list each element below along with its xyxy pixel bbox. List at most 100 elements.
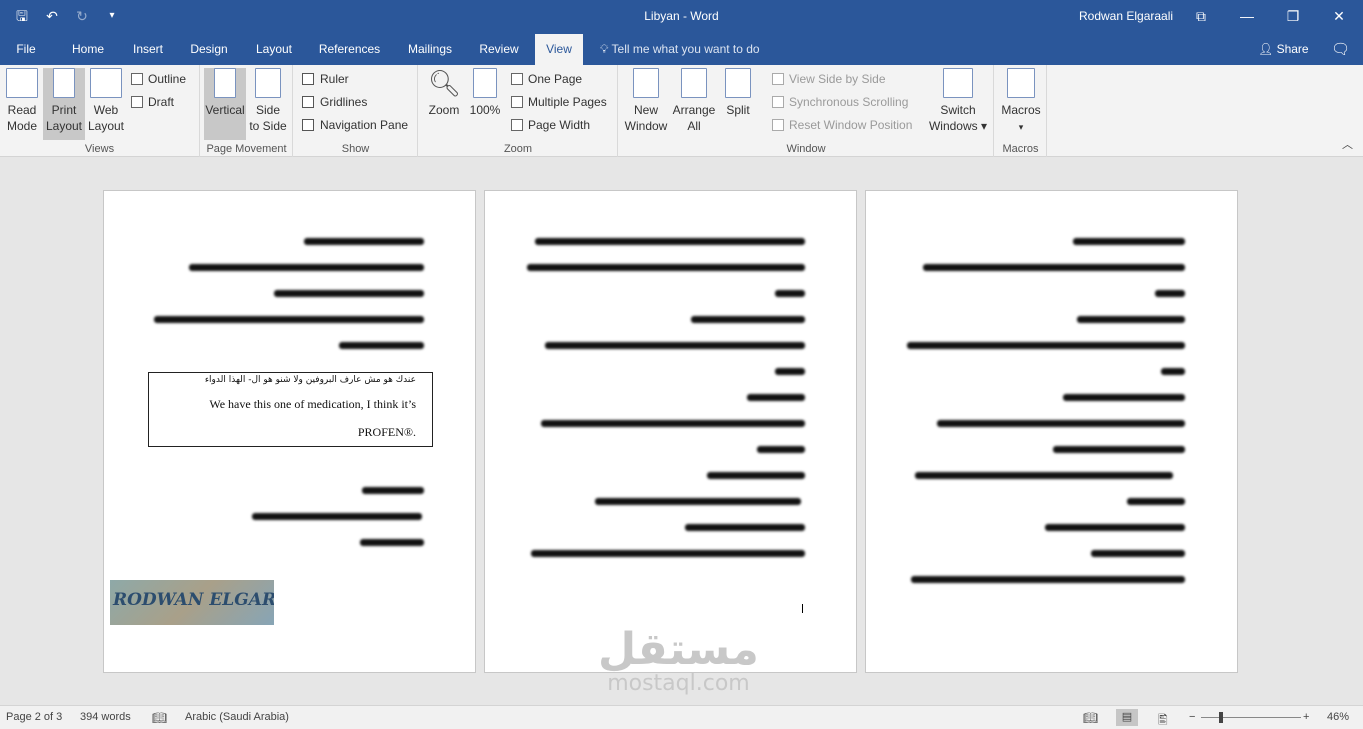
- transcript-textbox[interactable]: عندك هو مش عارف البروفين ولا شنو هو ال- …: [148, 372, 433, 447]
- multiple-pages-button[interactable]: Multiple Pages: [511, 93, 607, 111]
- redacted-text-line: [923, 264, 1185, 271]
- collapse-ribbon-icon[interactable]: ︿: [1342, 136, 1353, 152]
- redacted-text-line: [1063, 394, 1185, 401]
- tab-view[interactable]: View: [535, 34, 583, 65]
- share-button[interactable]: 👤︎ Share: [1258, 42, 1309, 56]
- tab-insert[interactable]: Insert: [124, 34, 172, 65]
- zoom-slider-thumb[interactable]: [1219, 712, 1223, 723]
- vertical-label: Vertical: [205, 103, 245, 117]
- text-cursor: [802, 604, 803, 613]
- person-icon: 👤︎: [1258, 42, 1274, 56]
- zoom-slider-track[interactable]: [1201, 717, 1301, 718]
- redacted-text-line: [1045, 524, 1185, 531]
- redacted-text-line: [545, 342, 805, 349]
- tab-review[interactable]: Review: [473, 34, 525, 65]
- macros-button[interactable]: Macros ▾: [999, 68, 1043, 140]
- switch-windows-button[interactable]: Switch Windows ▾: [925, 68, 991, 140]
- read-mode-view-icon[interactable]: 📖︎: [1083, 711, 1098, 725]
- tab-layout[interactable]: Layout: [248, 34, 300, 65]
- language-indicator[interactable]: Arabic (Saudi Arabia): [185, 711, 289, 723]
- web-layout-view-icon[interactable]: 🖺︎: [1158, 711, 1168, 729]
- redacted-text-line: [339, 342, 424, 349]
- redacted-text-line: [1127, 498, 1185, 505]
- redacted-text-line: [747, 394, 805, 401]
- split-button[interactable]: Split: [720, 68, 756, 140]
- arrange-all-label-2: All: [687, 119, 701, 133]
- new-window-icon: [633, 68, 659, 98]
- multiple-pages-icon: [511, 96, 523, 108]
- page-1[interactable]: عندك هو مش عارف البروفين ولا شنو هو ال- …: [103, 190, 476, 673]
- reset-window-position-button[interactable]: Reset Window Position: [772, 116, 912, 134]
- gridlines-checkbox[interactable]: Gridlines: [302, 93, 367, 111]
- outline-button[interactable]: Outline: [131, 70, 186, 88]
- vertical-button[interactable]: Vertical: [204, 68, 246, 140]
- split-label: Split: [726, 103, 750, 117]
- page-2[interactable]: [484, 190, 857, 673]
- views-group: Read Mode Print Layout Web Layout Outlin…: [0, 65, 200, 157]
- minimize-button[interactable]: —: [1224, 4, 1270, 28]
- tab-design[interactable]: Design: [183, 34, 235, 65]
- close-button[interactable]: ✕: [1316, 4, 1362, 28]
- english-text-line-2: PROFEN®.: [357, 425, 416, 439]
- redacted-text-line: [304, 238, 424, 245]
- arabic-text: عندك هو مش عارف البروفين ولا شنو هو ال- …: [204, 375, 416, 385]
- gridlines-label: Gridlines: [320, 95, 368, 109]
- zoom-100-icon: [473, 68, 497, 98]
- one-page-button[interactable]: One Page: [511, 70, 582, 88]
- page-width-button[interactable]: Page Width: [511, 116, 590, 134]
- print-layout-button[interactable]: Print Layout: [43, 68, 85, 140]
- mostaql-url-text: mostaql.com: [607, 671, 750, 696]
- draft-icon: [131, 96, 143, 108]
- print-layout-view-icon[interactable]: ▤: [1116, 709, 1138, 726]
- redacted-text-line: [691, 316, 805, 323]
- zoom-in-icon[interactable]: +: [1303, 711, 1309, 723]
- mostaql-logo-text: مستقل: [598, 624, 759, 675]
- side-to-side-button[interactable]: Side to Side: [248, 68, 288, 140]
- ruler-check-icon: [302, 73, 314, 85]
- zoom-button[interactable]: 🔍︎ Zoom: [424, 68, 464, 140]
- tab-home[interactable]: Home: [62, 34, 114, 65]
- zoom-100-label: 100%: [469, 103, 501, 117]
- view-side-by-side-button[interactable]: View Side by Side: [772, 70, 886, 88]
- ruler-checkbox[interactable]: Ruler: [302, 70, 349, 88]
- redacted-text-line: [189, 264, 424, 271]
- zoom-group: 🔍︎ Zoom 100% One Page Multiple Pages Pag…: [419, 65, 618, 157]
- zoom-out-icon[interactable]: −: [1189, 711, 1195, 723]
- new-window-button[interactable]: New Window: [623, 68, 669, 140]
- draft-button[interactable]: Draft: [131, 93, 174, 111]
- word-count[interactable]: 394 words: [80, 711, 131, 723]
- redacted-text-line: [252, 513, 422, 520]
- ribbon-display-options-button[interactable]: ⧉: [1178, 4, 1224, 28]
- page-counter[interactable]: Page 2 of 3: [6, 711, 62, 723]
- reset-window-position-icon: [772, 119, 784, 131]
- ribbon: Read Mode Print Layout Web Layout Outlin…: [0, 65, 1363, 157]
- navigation-pane-checkbox[interactable]: Navigation Pane: [302, 116, 408, 134]
- web-layout-button[interactable]: Web Layout: [86, 68, 126, 140]
- watermark-image: RODWAN ELGARAALI: [110, 580, 274, 625]
- synchronous-scrolling-icon: [772, 96, 784, 108]
- views-group-label: Views: [84, 143, 115, 155]
- switch-windows-label-2: Windows ▾: [928, 119, 988, 133]
- read-mode-button[interactable]: Read Mode: [2, 68, 42, 140]
- synchronous-scrolling-button[interactable]: Synchronous Scrolling: [772, 93, 908, 111]
- tab-references[interactable]: References: [312, 34, 387, 65]
- side-to-side-icon: [255, 68, 281, 98]
- web-layout-label-1: Web: [93, 103, 119, 117]
- print-layout-icon: [53, 68, 75, 98]
- proofing-icon[interactable]: 📖︎: [152, 711, 167, 725]
- restore-button[interactable]: ❐: [1270, 4, 1316, 28]
- page-3[interactable]: [865, 190, 1238, 673]
- tell-me-search[interactable]: 💡︎ Tell me what you want to do: [600, 42, 760, 57]
- magnifier-icon: 🔍︎: [428, 68, 462, 98]
- title-bar: 🖫 ↶ ↻ ▾ Libyan - Word Rodwan Elgaraali ⧉…: [0, 0, 1363, 34]
- zoom-level[interactable]: 46%: [1327, 711, 1349, 723]
- zoom-100-button[interactable]: 100%: [467, 68, 503, 140]
- tab-file[interactable]: File: [6, 34, 46, 65]
- comments-icon[interactable]: 🗨︎: [1331, 40, 1350, 58]
- print-layout-label-2: Layout: [45, 119, 83, 133]
- user-name[interactable]: Rodwan Elgaraali: [1079, 9, 1173, 23]
- tab-mailings[interactable]: Mailings: [399, 34, 461, 65]
- arrange-all-button[interactable]: Arrange All: [671, 68, 717, 140]
- document-area[interactable]: عندك هو مش عارف البروفين ولا شنو هو ال- …: [0, 158, 1363, 705]
- redacted-text-line: [541, 420, 805, 427]
